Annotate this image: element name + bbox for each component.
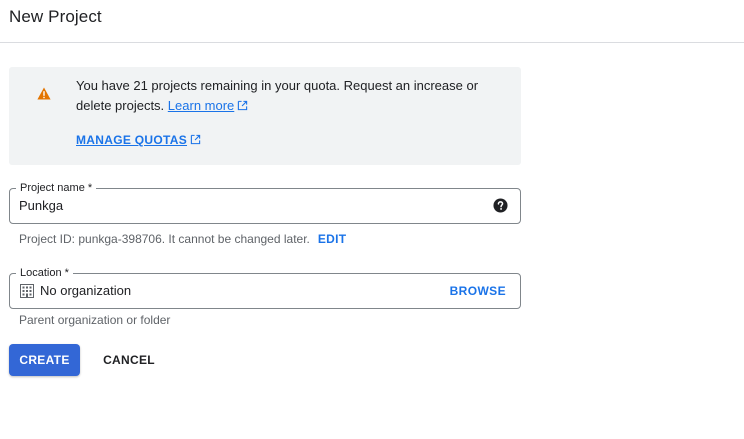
page-title: New Project <box>9 7 102 26</box>
create-button[interactable]: CREATE <box>9 344 80 376</box>
edit-project-id-button[interactable]: EDIT <box>318 232 347 246</box>
external-link-icon <box>238 100 248 111</box>
quota-message-line1: You have 21 projects remaining in your q… <box>76 78 479 93</box>
external-link-icon <box>190 134 201 145</box>
cancel-button[interactable]: CANCEL <box>93 344 165 376</box>
help-icon[interactable] <box>493 198 508 213</box>
warning-icon <box>37 87 51 100</box>
quota-message-line2: delete projects. <box>76 98 165 113</box>
project-name-input[interactable]: Punkga <box>19 198 63 214</box>
location-label: Location * <box>16 266 73 280</box>
location-field[interactable]: Location * No organization BROWSE <box>9 266 521 309</box>
quota-notice: You have 21 projects remaining in your q… <box>9 67 521 165</box>
location-value: No organization <box>40 283 132 298</box>
learn-more-label: Learn more <box>167 98 235 113</box>
manage-quotas-label: MANAGE QUOTAS <box>76 133 188 147</box>
learn-more-link[interactable]: Learn more <box>168 98 248 113</box>
quota-message: You have 21 projects remaining in your q… <box>76 76 506 116</box>
manage-quotas-link[interactable]: MANAGE QUOTAS <box>76 133 201 147</box>
location-hint: Parent organization or folder <box>19 313 171 327</box>
project-name-label: Project name * <box>16 181 97 195</box>
new-project-page: New Project You have 21 projects remaini… <box>0 0 744 439</box>
project-name-field[interactable]: Project name * Punkga <box>9 181 521 224</box>
page-header: New Project <box>0 0 744 43</box>
project-id-text: Project ID: punkga-398706. It cannot be … <box>19 232 310 246</box>
project-id-hint: Project ID: punkga-398706. It cannot be … <box>19 231 346 247</box>
browse-button[interactable]: BROWSE <box>450 284 506 298</box>
organization-icon <box>20 284 34 298</box>
